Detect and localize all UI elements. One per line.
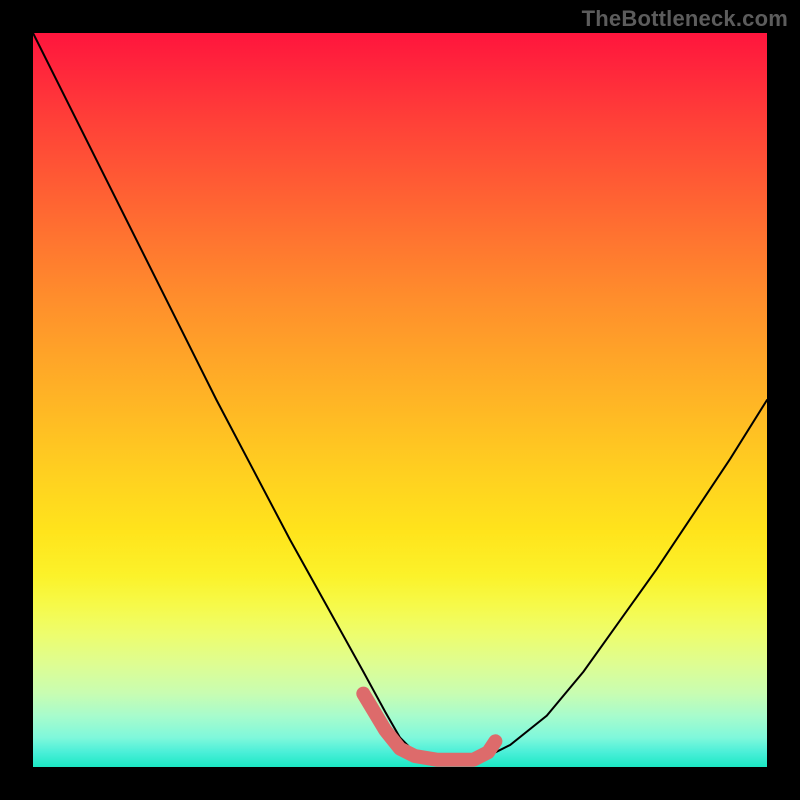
chart-frame: TheBottleneck.com: [0, 0, 800, 800]
chart-svg: [33, 33, 767, 767]
bottleneck-curve: [33, 33, 767, 760]
optimal-band: [363, 694, 495, 760]
plot-area: [33, 33, 767, 767]
watermark-text: TheBottleneck.com: [582, 6, 788, 32]
